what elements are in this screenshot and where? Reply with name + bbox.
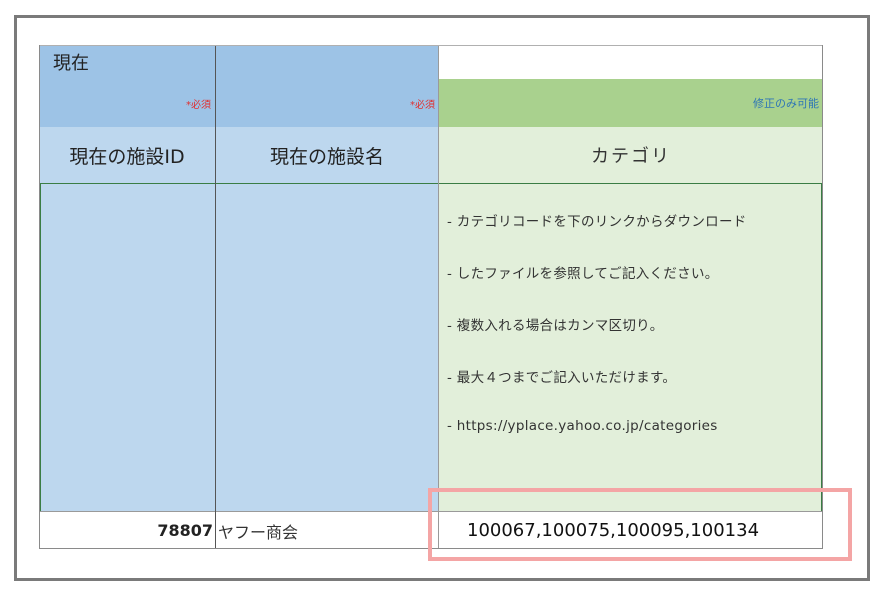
grid-line [438, 45, 439, 549]
group-blank-cell[interactable] [439, 45, 823, 79]
required-mark: *必須 [186, 99, 211, 111]
facility-name-header-label: 現在の施設名 [269, 145, 384, 168]
facility-name-header[interactable]: 現在の施設名 [215, 127, 439, 183]
spreadsheet: 現在 *必須 *必須 修正のみ可能 現在の施設ID 現在の施設名 カテゴリ - … [39, 45, 823, 549]
note-line: - https://yplace.yahoo.co.jp/categories [447, 418, 718, 434]
facility-id-required-cell[interactable]: *必須 [39, 79, 215, 127]
group-label-cell-2[interactable] [215, 45, 439, 79]
group-label-cell[interactable]: 現在 [39, 45, 215, 79]
note-line: - 複数入れる場合はカンマ区切り。 [447, 318, 664, 334]
facility-id-value-cell[interactable]: 78807 [39, 511, 215, 549]
facility-id-value: 78807 [157, 521, 213, 540]
required-mark: *必須 [410, 99, 435, 111]
grid-line [822, 45, 823, 549]
highlight-box [428, 488, 852, 561]
category-editable-cell[interactable]: 修正のみ可能 [439, 79, 823, 127]
group-label: 現在 [53, 53, 89, 74]
facility-name-note-cell[interactable] [215, 183, 439, 511]
facility-name-value: ヤフー商会 [218, 522, 299, 542]
facility-id-header[interactable]: 現在の施設ID [39, 127, 215, 183]
category-header[interactable]: カテゴリ [439, 127, 823, 183]
facility-id-note-cell[interactable] [39, 183, 215, 511]
category-header-label: カテゴリ [591, 146, 671, 167]
note-line: - 最大４つまでご記入いただけます。 [447, 370, 677, 386]
grid-line [39, 45, 40, 549]
grid-line [215, 45, 216, 549]
editable-mark: 修正のみ可能 [753, 97, 819, 110]
category-note-cell[interactable]: - カテゴリコードを下のリンクからダウンロード - したファイルを参照してご記入… [439, 183, 823, 511]
note-line: - したファイルを参照してご記入ください。 [447, 266, 719, 282]
facility-name-value-cell[interactable]: ヤフー商会 [215, 511, 439, 549]
grid-line [39, 45, 823, 46]
facility-id-header-label: 現在の施設ID [69, 145, 185, 168]
note-line: - カテゴリコードを下のリンクからダウンロード [447, 214, 747, 230]
facility-name-required-cell[interactable]: *必須 [215, 79, 439, 127]
